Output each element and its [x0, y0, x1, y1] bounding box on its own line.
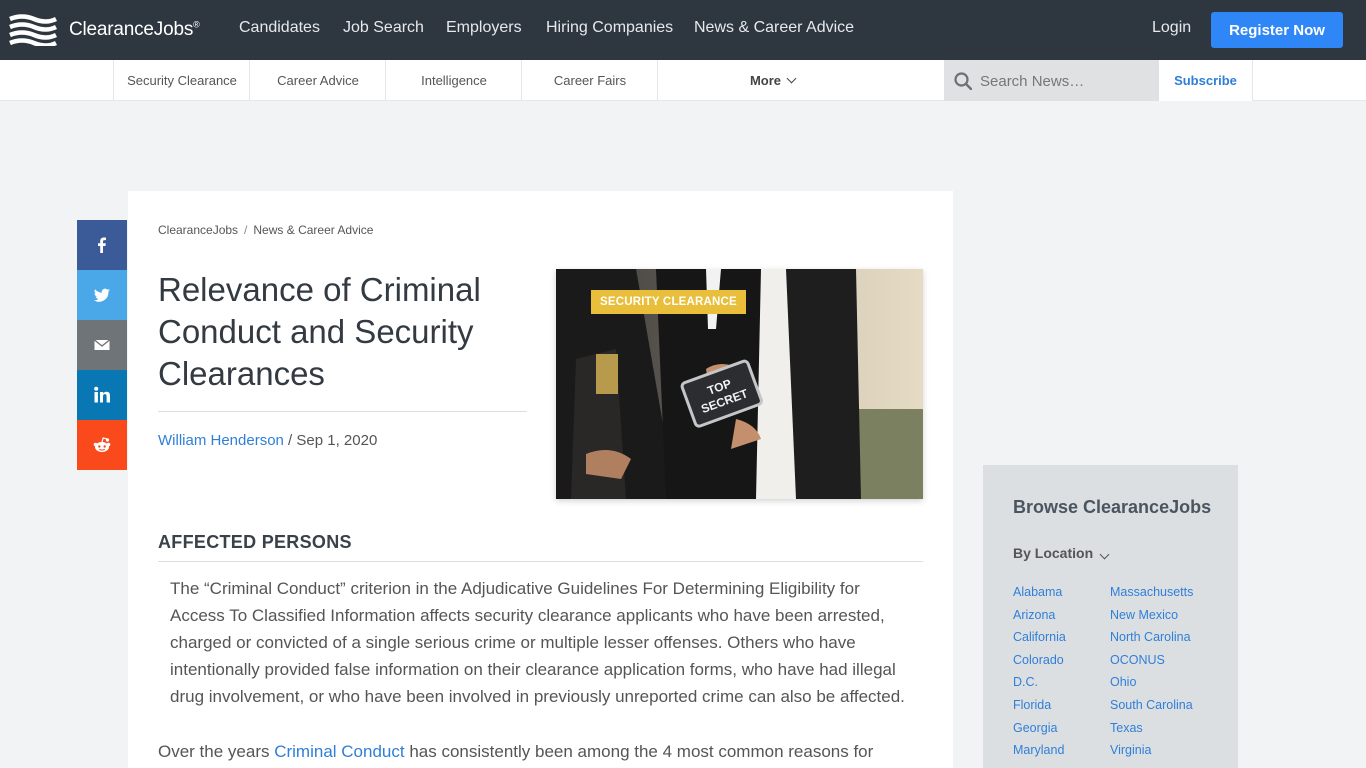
location-link[interactable]: Texas: [1110, 721, 1143, 735]
location-link[interactable]: Arizona: [1013, 608, 1055, 622]
chevron-down-icon: [1099, 549, 1110, 560]
top-navbar: ClearanceJobs® Candidates Job Search Emp…: [0, 0, 1366, 60]
location-link[interactable]: South Carolina: [1110, 698, 1193, 712]
register-button[interactable]: Register Now: [1211, 12, 1343, 48]
section-heading: AFFECTED PERSONS: [158, 532, 352, 552]
section-divider: [158, 561, 923, 562]
breadcrumb-home[interactable]: ClearanceJobs: [158, 223, 238, 237]
chevron-down-icon: [786, 73, 797, 84]
twitter-icon: [94, 288, 110, 302]
article-blockquote: The “Criminal Conduct” criterion in the …: [170, 579, 905, 706]
location-link[interactable]: D.C.: [1013, 675, 1038, 689]
logo-waves-icon: [9, 14, 58, 46]
location-link[interactable]: New Mexico: [1110, 608, 1178, 622]
hero-image: TOP SECRET SECURITY CLEARANCE: [556, 269, 923, 499]
nav-news-career-advice[interactable]: News & Career Advice: [694, 19, 854, 37]
logo-text: ClearanceJobs®: [69, 19, 200, 40]
breadcrumb-news[interactable]: News & Career Advice: [253, 223, 373, 237]
subnav-career-fairs[interactable]: Career Fairs: [521, 60, 658, 101]
login-link[interactable]: Login: [1152, 19, 1191, 37]
share-linkedin[interactable]: [77, 370, 127, 420]
news-search: [944, 60, 1159, 101]
title-divider: [158, 411, 527, 412]
category-tag[interactable]: SECURITY CLEARANCE: [591, 290, 746, 314]
article-card: ClearanceJobs / News & Career Advice Relev…: [128, 191, 953, 768]
location-link[interactable]: Virginia: [1110, 743, 1151, 757]
subnav-security-clearance[interactable]: Security Clearance: [113, 60, 250, 101]
location-link[interactable]: OCONUS: [1110, 653, 1165, 667]
reddit-icon: [93, 437, 111, 452]
criminal-conduct-link[interactable]: Criminal Conduct: [274, 742, 404, 761]
subnav-career-advice[interactable]: Career Advice: [249, 60, 386, 101]
article-date: Sep 1, 2020: [296, 432, 378, 449]
browse-sidebar: Browse ClearanceJobs By Location Alabama…: [983, 465, 1238, 768]
location-filter[interactable]: By Location: [1013, 545, 1110, 561]
nav-job-search[interactable]: Job Search: [343, 19, 424, 37]
location-link[interactable]: Georgia: [1013, 721, 1057, 735]
location-link[interactable]: Maryland: [1013, 743, 1064, 757]
facebook-icon: [98, 237, 106, 253]
location-link[interactable]: California: [1013, 630, 1066, 644]
nav-employers[interactable]: Employers: [446, 19, 522, 37]
location-link[interactable]: Colorado: [1013, 653, 1064, 667]
breadcrumb: ClearanceJobs / News & Career Advice: [158, 223, 374, 237]
article-title: Relevance of Criminal Conduct and Securi…: [158, 271, 481, 392]
share-facebook[interactable]: [77, 220, 127, 270]
location-link[interactable]: Florida: [1013, 698, 1051, 712]
search-icon[interactable]: [954, 72, 972, 90]
email-icon: [94, 339, 110, 350]
share-reddit[interactable]: [77, 420, 127, 470]
location-link[interactable]: Massachusetts: [1110, 585, 1193, 599]
location-link[interactable]: Alabama: [1013, 585, 1062, 599]
nav-hiring-companies[interactable]: Hiring Companies: [546, 19, 673, 37]
share-twitter[interactable]: [77, 270, 127, 320]
subnav-more[interactable]: More: [657, 60, 887, 101]
subscribe-button[interactable]: Subscribe: [1159, 60, 1253, 101]
linkedin-icon: [94, 386, 110, 403]
location-link[interactable]: North Carolina: [1110, 630, 1191, 644]
more-label: More: [749, 73, 782, 88]
subnav-intelligence[interactable]: Intelligence: [385, 60, 522, 101]
nav-candidates[interactable]: Candidates: [239, 19, 320, 37]
search-input[interactable]: [980, 68, 1150, 94]
browse-heading: Browse ClearanceJobs: [1013, 497, 1212, 517]
site-logo[interactable]: ClearanceJobs®: [8, 14, 200, 46]
article-byline: William Henderson / Sep 1, 2020: [158, 432, 378, 449]
share-email[interactable]: [77, 320, 127, 370]
article-paragraph: Over the years Criminal Conduct has cons…: [158, 742, 874, 761]
location-link[interactable]: Ohio: [1110, 675, 1136, 689]
author-link[interactable]: William Henderson: [158, 432, 284, 449]
